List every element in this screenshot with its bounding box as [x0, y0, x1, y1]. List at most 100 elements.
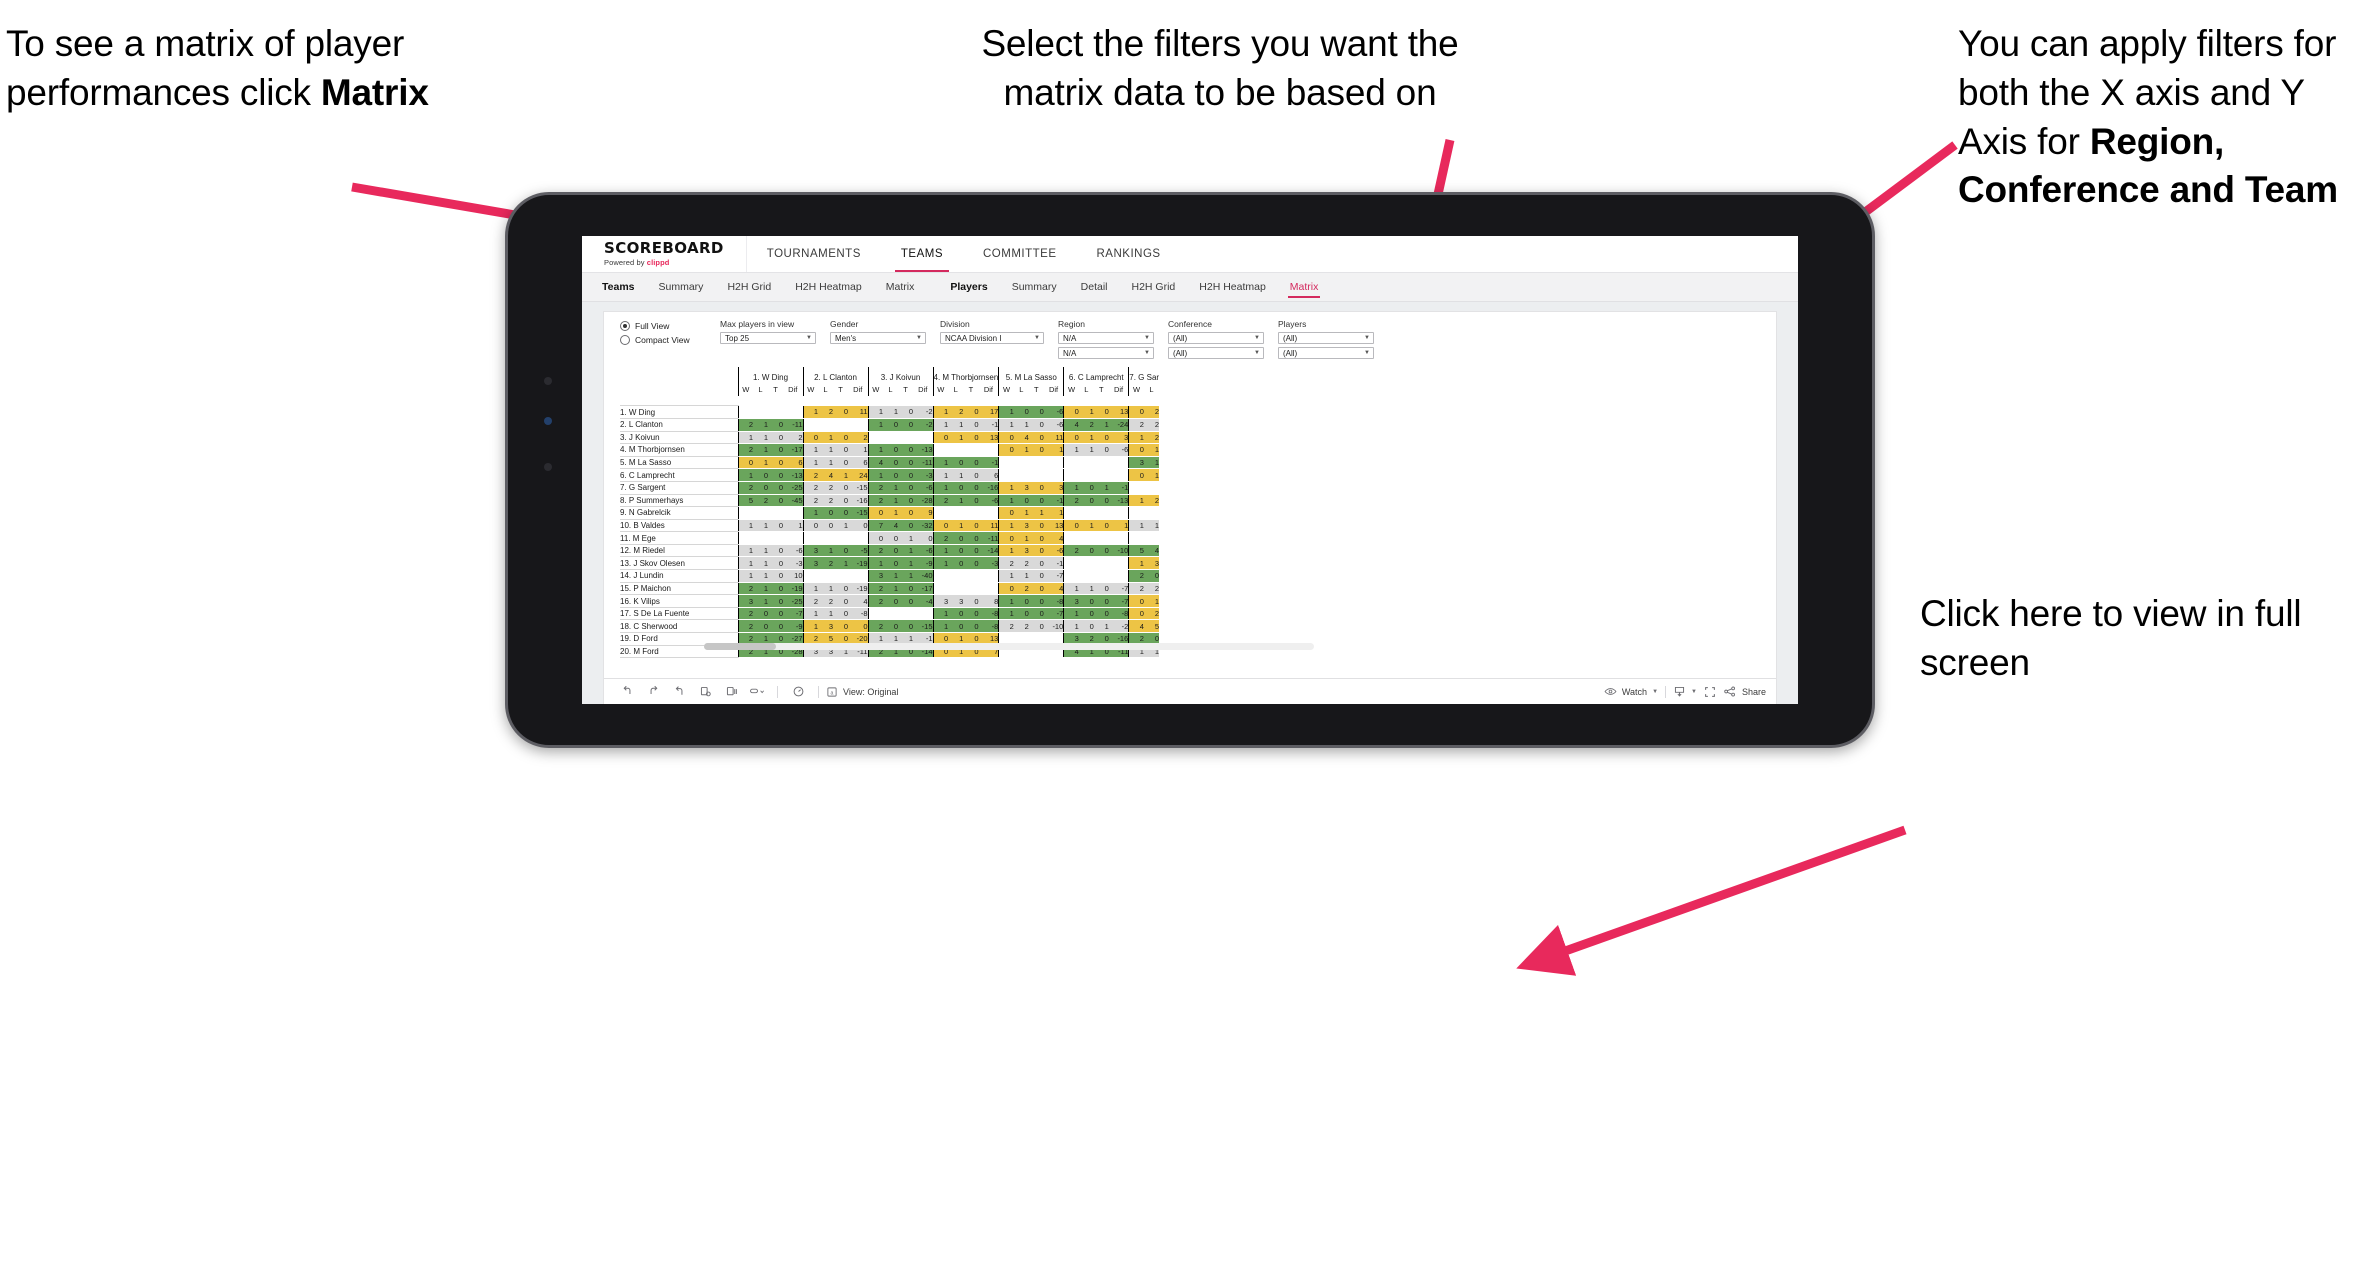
matrix-cell[interactable]: 1	[898, 569, 913, 583]
subnav-players-detail[interactable]: Detail	[1069, 273, 1120, 301]
matrix-cell[interactable]: -1	[1043, 556, 1064, 571]
matrix-col-header[interactable]: 2. L Clanton	[802, 367, 868, 383]
matrix-cell[interactable]: -9	[913, 556, 933, 571]
matrix-cell[interactable]: 1	[802, 619, 818, 634]
matrix-cell[interactable]: 0	[963, 468, 979, 482]
matrix-cell[interactable]: 1	[883, 481, 898, 495]
matrix-cell[interactable]: 0	[1093, 607, 1109, 621]
matrix-cell[interactable]: 0	[963, 594, 979, 608]
matrix-cell[interactable]: 9	[913, 506, 933, 520]
matrix-cell[interactable]	[802, 569, 818, 583]
matrix-cell[interactable]: 1	[1013, 506, 1029, 520]
matrix-cell[interactable]	[783, 531, 803, 545]
matrix-cell[interactable]: 2	[867, 582, 883, 596]
matrix-cell[interactable]	[867, 431, 883, 445]
matrix-cell[interactable]: 3	[1013, 481, 1029, 495]
matrix-cell[interactable]: 2	[1143, 418, 1160, 432]
matrix-cell[interactable]: 0	[898, 443, 913, 457]
matrix-cell[interactable]: 2	[1143, 405, 1160, 419]
matrix-cell[interactable]: 0	[737, 456, 753, 470]
subnav-teams[interactable]: Teams	[590, 273, 647, 301]
matrix-cell[interactable]: 7	[867, 519, 883, 533]
matrix-cell[interactable]: 2	[737, 582, 753, 596]
matrix-cell[interactable]: 1	[998, 494, 1014, 508]
matrix-cell[interactable]: 0	[898, 506, 913, 520]
matrix-row-header[interactable]: 15. P Maichon	[620, 581, 738, 596]
matrix-cell[interactable]: 0	[1028, 481, 1044, 495]
matrix-row-header[interactable]: 13. J Skov Olesen	[620, 556, 738, 571]
matrix-cell[interactable]: 1	[867, 468, 883, 482]
matrix-cell[interactable]: 10	[783, 569, 803, 583]
matrix-row-header[interactable]: 5. M La Sasso	[620, 455, 738, 470]
matrix-cell[interactable]: -3	[783, 556, 803, 571]
matrix-cell[interactable]: 0	[963, 531, 979, 545]
matrix-cell[interactable]: 1	[737, 519, 753, 533]
matrix-cell[interactable]	[1128, 531, 1144, 545]
matrix-cell[interactable]: 17	[978, 405, 999, 419]
matrix-cell[interactable]: 4	[1063, 418, 1079, 432]
radio-compact-view[interactable]: Compact View	[620, 335, 706, 345]
matrix-cell[interactable]: -5	[848, 544, 868, 558]
matrix-cell[interactable]: -11	[978, 531, 999, 545]
matrix-cell[interactable]: 3	[1013, 544, 1029, 558]
matrix-cell[interactable]: 0	[898, 481, 913, 495]
alerts-icon[interactable]	[785, 679, 811, 705]
matrix-cell[interactable]: 0	[848, 619, 868, 634]
matrix-cell[interactable]: -13	[783, 468, 803, 482]
matrix-row-header[interactable]: 6. C Lamprecht	[620, 468, 738, 482]
radio-full-view-icon[interactable]	[620, 321, 630, 331]
subnav-players-matrix[interactable]: Matrix	[1278, 273, 1331, 301]
matrix-cell[interactable]: 1	[1078, 443, 1094, 457]
matrix-cell[interactable]: 0	[1128, 405, 1144, 419]
matrix-row[interactable]: 17. S De La Fuente 2 0 0 -7 1 1 0 -8 1 0 0 -8 1 0 0 -7 1 0…	[620, 606, 1160, 621]
matrix-cell[interactable]: -6	[1108, 443, 1129, 457]
matrix-cell[interactable]	[848, 418, 868, 432]
matrix-cell[interactable]: 3	[867, 569, 883, 583]
matrix-cell[interactable]: -6	[1043, 405, 1064, 419]
matrix-cell[interactable]: 0	[833, 494, 848, 508]
matrix-cell[interactable]	[978, 582, 999, 596]
matrix-cell[interactable]: 2	[867, 594, 883, 608]
matrix-cell[interactable]: 1	[998, 481, 1014, 495]
matrix-row[interactable]: 12. M Riedel 1 1 0 -6 3 1 0 -5 2 0 1 -6 1 0 0 -14 1 3 0 -6 2 0…	[620, 543, 1160, 558]
matrix-cell[interactable]	[948, 582, 964, 596]
matrix-cell[interactable]: 1	[1093, 481, 1109, 495]
matrix-cell[interactable]: -2	[913, 405, 933, 419]
matrix-cell[interactable]: -16	[978, 481, 999, 495]
matrix-cell[interactable]	[802, 418, 818, 432]
matrix-cell[interactable]: -6	[1043, 418, 1064, 432]
matrix-cell[interactable]: 0	[768, 607, 783, 621]
matrix-cell[interactable]: 1	[818, 431, 833, 445]
matrix-cell[interactable]: 1	[737, 468, 753, 482]
matrix-cell[interactable]: 2	[802, 481, 818, 495]
matrix-cell[interactable]: 4	[1128, 619, 1144, 634]
matrix-cell[interactable]: 0	[898, 594, 913, 608]
matrix-cell[interactable]: 2	[867, 544, 883, 558]
matrix-col-header[interactable]: 3. J Koivun	[867, 367, 933, 383]
matrix-cell[interactable]: 11	[1043, 431, 1064, 445]
matrix-cell[interactable]: 13	[1108, 405, 1129, 419]
matrix-cell[interactable]: 1	[1128, 556, 1144, 571]
matrix-cell[interactable]: 0	[1028, 431, 1044, 445]
matrix-cell[interactable]: -32	[913, 519, 933, 533]
matrix-cell[interactable]: 1	[753, 569, 768, 583]
matrix-cell[interactable]: 2	[1063, 544, 1079, 558]
matrix-cell[interactable]: 2	[1143, 582, 1160, 596]
matrix-col-header[interactable]: 5. M La Sasso	[998, 367, 1064, 383]
matrix-cell[interactable]: 1	[1078, 405, 1094, 419]
matrix-cell[interactable]: 0	[768, 418, 783, 432]
matrix-cell[interactable]: 1	[948, 494, 964, 508]
matrix-cell[interactable]	[1013, 456, 1029, 470]
matrix-cell[interactable]: 0	[1063, 405, 1079, 419]
matrix-cell[interactable]	[1063, 531, 1079, 545]
matrix-cell[interactable]: 0	[768, 544, 783, 558]
matrix-cell[interactable]: 0	[1078, 619, 1094, 634]
matrix-cell[interactable]: 0	[1028, 405, 1044, 419]
matrix-cell[interactable]: -17	[913, 582, 933, 596]
watch-button[interactable]: Watch ▼	[1604, 685, 1658, 698]
matrix-cell[interactable]	[883, 607, 898, 621]
matrix-cell[interactable]: -1	[978, 456, 999, 470]
matrix-cell[interactable]: 4	[883, 519, 898, 533]
matrix-cell[interactable]: 2	[737, 619, 753, 634]
matrix-cell[interactable]: 0	[1078, 494, 1094, 508]
